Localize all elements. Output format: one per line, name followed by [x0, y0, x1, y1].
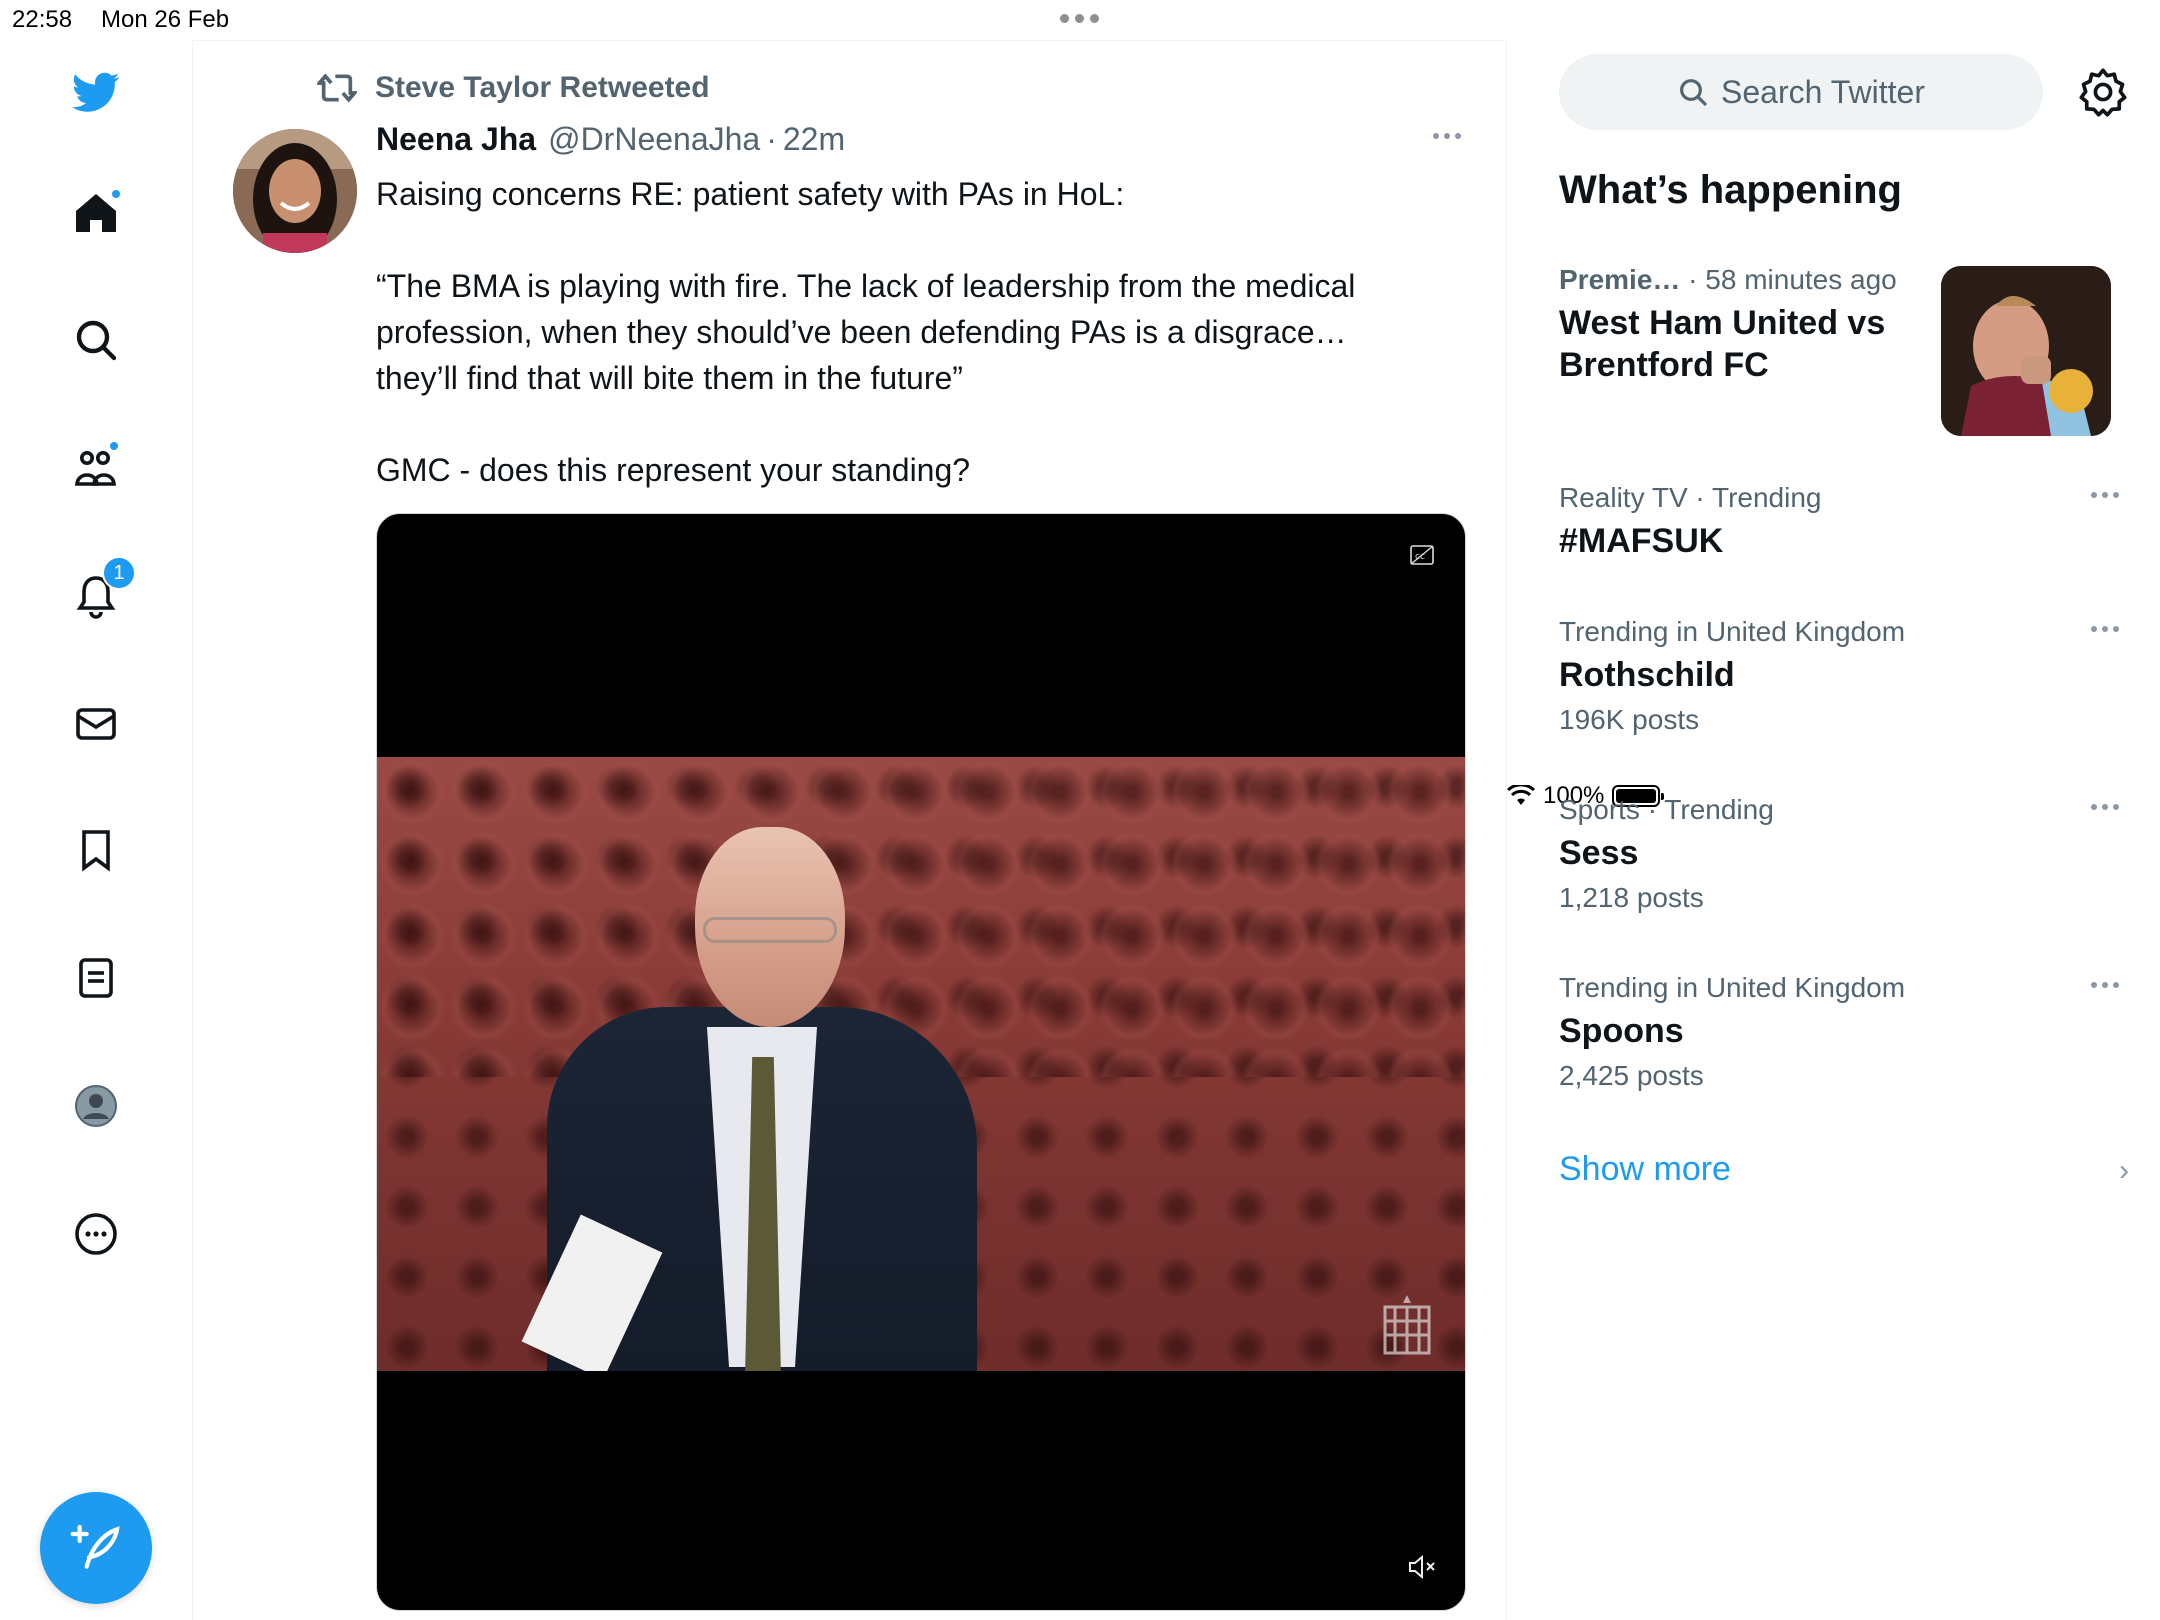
trend-item[interactable]: Sports · Trending Sess 1,218 posts	[1559, 794, 2129, 914]
tweet-text-line: GMC - does this represent your standing?	[376, 452, 971, 488]
trend-title: Rothschild	[1559, 656, 1735, 694]
settings-gear-icon[interactable]	[2077, 66, 2129, 118]
communities-icon[interactable]	[66, 438, 126, 498]
trend-more-icon[interactable]	[2091, 982, 2119, 988]
trend-meta: Trending in United Kingdom	[1559, 616, 1906, 647]
right-sidebar: Search Twitter What’s happening Premie… …	[1507, 40, 2160, 1620]
communities-unread-dot	[108, 440, 120, 452]
search-placeholder: Search Twitter	[1721, 73, 1925, 110]
trend-item[interactable]: Reality TV · Trending #MAFSUK	[1559, 482, 2129, 562]
tweet-text-line: profession, when they should’ve been def…	[376, 314, 1347, 350]
multitasking-handle[interactable]	[1060, 14, 1099, 23]
trend-thumbnail[interactable]	[1941, 266, 2111, 436]
bookmarks-icon[interactable]	[66, 820, 126, 880]
trend-meta: Sports · Trending	[1559, 794, 1774, 825]
portcullis-watermark-icon	[1383, 1295, 1431, 1355]
compose-icon	[70, 1524, 120, 1569]
chevron-right-icon: ›	[2119, 1154, 2129, 1187]
search-input[interactable]: Search Twitter	[1559, 54, 2043, 130]
tweet-text-line: they’ll find that will bite them in the …	[376, 360, 963, 396]
lists-icon[interactable]	[66, 948, 126, 1008]
tweet-header: Neena Jha @DrNeenaJha · 22m	[376, 121, 845, 158]
tweet-timestamp[interactable]: 22m	[783, 121, 845, 158]
show-more-link[interactable]: Show more ›	[1559, 1150, 2129, 1189]
trend-more-icon[interactable]	[2091, 626, 2119, 632]
trend-post-count: 1,218 posts	[1559, 882, 1704, 913]
notifications-icon[interactable]: 1	[66, 556, 136, 626]
show-more-label: Show more	[1559, 1150, 1731, 1188]
trend-item[interactable]: Trending in United Kingdom Spoons 2,425 …	[1559, 972, 2129, 1092]
trend-meta: Reality TV · Trending	[1559, 482, 1822, 513]
trend-title: Spoons	[1559, 1012, 1684, 1050]
trend-meta: Trending in United Kingdom	[1559, 972, 1906, 1003]
retweet-context[interactable]: Steve Taylor Retweeted	[317, 71, 710, 105]
video-frame	[377, 757, 1465, 1371]
whats-happening-title: What’s happening	[1559, 168, 1902, 212]
trend-post-count: 2,425 posts	[1559, 1060, 1704, 1091]
status-bar: 22:58 Mon 26 Feb 100%	[0, 0, 2160, 809]
trend-item[interactable]: Trending in United Kingdom Rothschild 19…	[1559, 616, 2129, 736]
status-time: 22:58	[12, 6, 73, 33]
twitter-logo-icon[interactable]	[66, 62, 126, 122]
left-nav: 1	[0, 40, 193, 1620]
header-separator: ·	[766, 121, 777, 157]
tweet-video[interactable]: cc	[376, 513, 1466, 1611]
compose-tweet-button[interactable]	[40, 1492, 152, 1604]
trend-title: West Ham United vs Brentford FC	[1559, 304, 1886, 384]
trend-more-icon[interactable]	[2091, 492, 2119, 498]
tweet-more-menu-icon[interactable]	[1433, 133, 1461, 139]
tweet-text: Raising concerns RE: patient safety with…	[376, 171, 1476, 493]
retweet-icon	[317, 73, 357, 103]
messages-icon[interactable]	[66, 694, 126, 754]
author-avatar[interactable]	[233, 129, 357, 253]
search-icon	[1680, 79, 1707, 106]
author-name[interactable]: Neena Jha	[376, 121, 536, 158]
home-unread-dot	[110, 188, 122, 200]
retweeted-by-label: Steve Taylor Retweeted	[375, 71, 710, 104]
trend-title: Sess	[1559, 834, 1639, 872]
mute-icon[interactable]	[1407, 1554, 1437, 1580]
main-timeline: Steve Taylor Retweeted Neena Jha @DrNeen…	[193, 40, 1507, 1620]
status-date: Mon 26 Feb	[101, 6, 230, 33]
profile-icon[interactable]	[66, 1076, 126, 1136]
author-handle[interactable]: @DrNeenaJha	[548, 121, 760, 158]
tweet-text-line: “The BMA is playing with fire. The lack …	[376, 268, 1356, 304]
home-icon[interactable]	[66, 184, 126, 244]
trend-more-icon[interactable]	[2091, 804, 2119, 810]
trend-title: #MAFSUK	[1559, 522, 1724, 560]
notifications-badge: 1	[102, 556, 136, 590]
trend-post-count: 196K posts	[1559, 704, 1700, 735]
search-icon[interactable]	[66, 310, 126, 370]
more-icon[interactable]	[66, 1204, 126, 1264]
tweet-text-line: Raising concerns RE: patient safety with…	[376, 176, 1125, 212]
captions-icon[interactable]: cc	[1409, 544, 1435, 566]
